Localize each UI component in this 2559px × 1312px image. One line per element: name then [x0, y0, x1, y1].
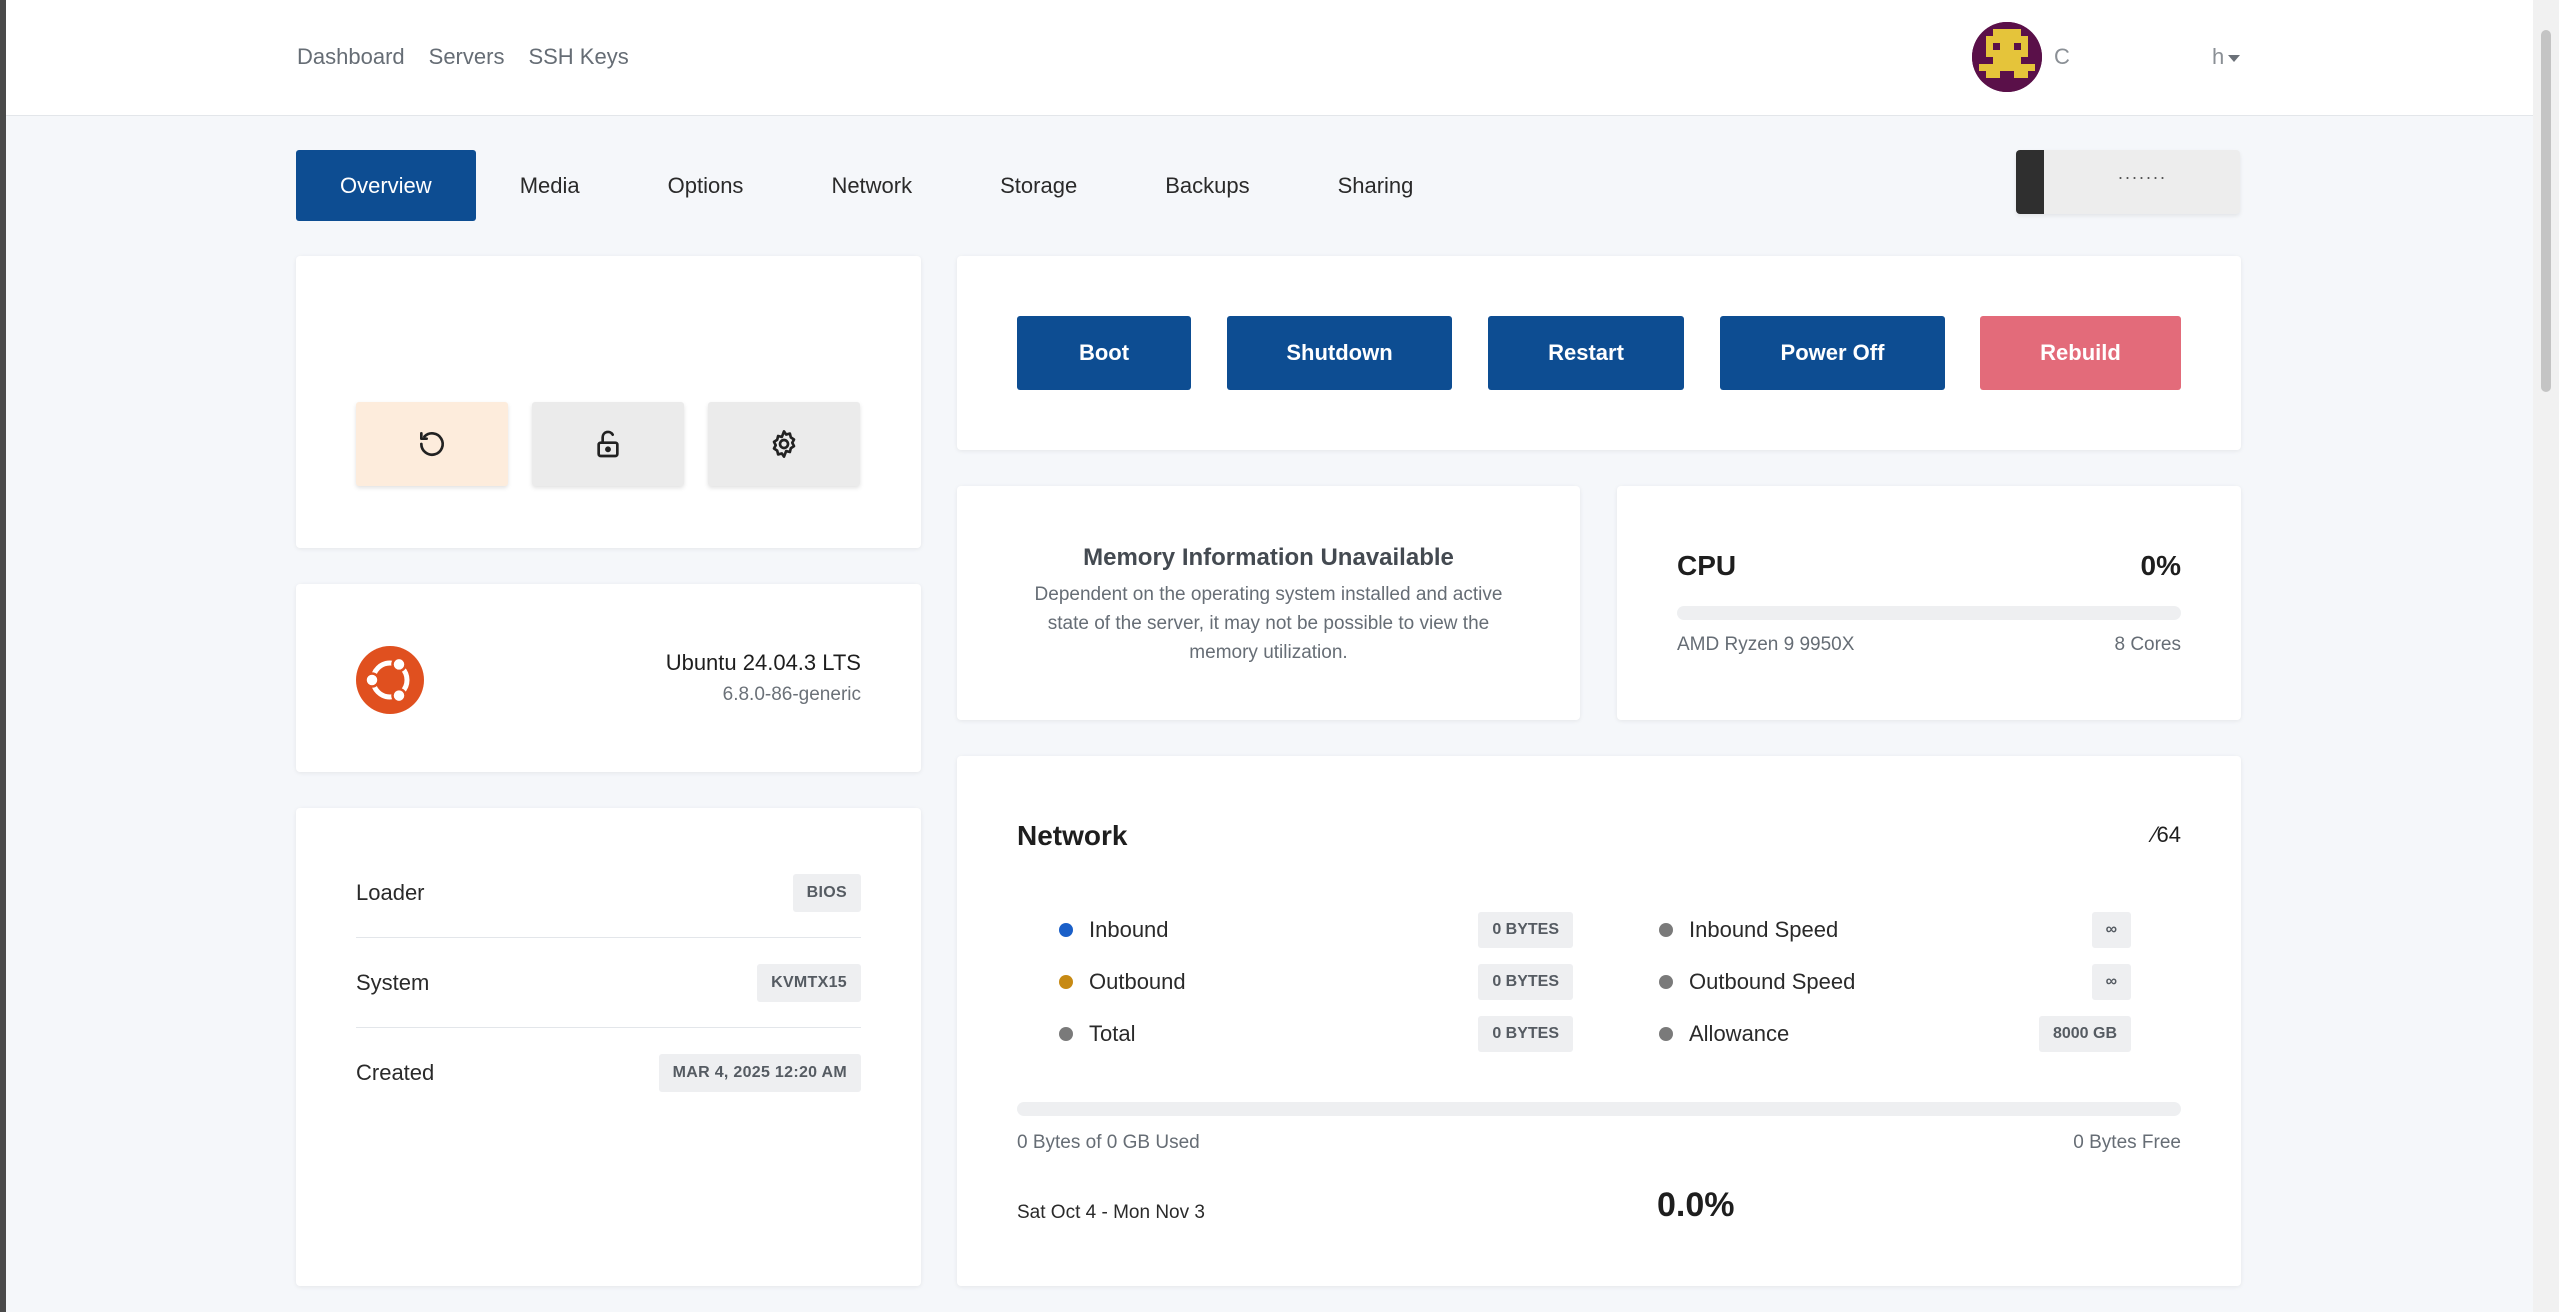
rebuild-button[interactable]: Rebuild — [1980, 316, 2181, 390]
total-dot-icon — [1059, 1027, 1073, 1041]
power-off-button[interactable]: Power Off — [1720, 316, 1945, 390]
network-card: Network ⁄64 Inbound 0 BYTES Outbound 0 B… — [957, 756, 2241, 1286]
network-usage-bar — [1017, 1102, 2181, 1116]
scrollbar-thumb[interactable] — [2541, 30, 2551, 392]
inbound-speed-dot-icon — [1659, 923, 1673, 937]
network-period-percent: 0.0% — [1657, 1186, 1735, 1224]
tab-overview[interactable]: Overview — [296, 150, 476, 221]
power-controls-card: Boot Shutdown Restart Power Off Rebuild — [957, 256, 2241, 450]
unlock-button[interactable] — [532, 402, 684, 486]
network-stat-value: 0 BYTES — [1478, 1016, 1573, 1052]
cpu-card: CPU 0% AMD Ryzen 9 9950X 8 Cores — [1617, 486, 2241, 720]
network-used-text: 0 Bytes of 0 GB Used — [1017, 1132, 1200, 1153]
network-stat-label: Total — [1089, 1021, 1136, 1046]
info-row-system: System KVMTX15 — [356, 938, 861, 1028]
os-kernel-version: 6.8.0-86-generic — [722, 684, 861, 705]
gear-icon — [772, 430, 796, 458]
network-stat-allowance: Allowance 8000 GB — [1659, 1014, 2131, 1054]
network-stat-label: Outbound Speed — [1689, 969, 1856, 994]
cpu-usage-bar — [1677, 606, 2181, 620]
user-menu-toggle[interactable]: h — [2212, 44, 2241, 70]
network-stat-label: Inbound Speed — [1689, 917, 1839, 942]
server-selector[interactable]: ······· — [2016, 150, 2240, 214]
info-value-badge: MAR 4, 2025 12:20 AM — [658, 1054, 861, 1092]
tab-sharing[interactable]: Sharing — [1294, 150, 1458, 221]
caret-down-icon — [2228, 54, 2241, 62]
shutdown-button[interactable]: Shutdown — [1227, 316, 1452, 390]
network-stat-label: Outbound — [1089, 969, 1186, 994]
cpu-model: AMD Ryzen 9 9950X — [1677, 634, 1855, 655]
network-title: Network — [1017, 820, 1128, 851]
network-stat-inbound-speed: Inbound Speed ∞ — [1659, 910, 2131, 950]
os-card: Ubuntu 24.04.3 LTS 6.8.0-86-generic — [296, 584, 921, 772]
pixel-avatar-icon — [1972, 22, 2042, 92]
server-selector-value: ······· — [2117, 166, 2167, 187]
main-nav: Dashboard Servers SSH Keys — [297, 44, 629, 70]
network-stat-value: ∞ — [2091, 964, 2131, 1000]
cpu-cores: 8 Cores — [2114, 634, 2181, 655]
network-stat-value: 0 BYTES — [1478, 964, 1573, 1000]
info-value-badge: BIOS — [792, 873, 861, 912]
outbound-speed-dot-icon — [1659, 975, 1673, 989]
restart-button[interactable]: Restart — [1488, 316, 1684, 390]
os-name: Ubuntu 24.04.3 LTS — [665, 650, 861, 675]
settings-button[interactable] — [708, 402, 860, 486]
tab-network[interactable]: Network — [787, 150, 956, 221]
network-stat-value: 8000 GB — [2038, 1016, 2131, 1052]
user-menu-label: h — [2212, 44, 2225, 69]
avatar[interactable] — [1972, 22, 2042, 92]
network-free-text: 0 Bytes Free — [2073, 1132, 2181, 1153]
network-stat-outbound-speed: Outbound Speed ∞ — [1659, 962, 2131, 1002]
network-corner-text: ⁄64 — [2152, 822, 2181, 847]
refresh-icon — [420, 432, 444, 456]
quick-actions-card — [296, 256, 921, 548]
outbound-dot-icon — [1059, 975, 1073, 989]
info-label: Loader — [356, 879, 425, 905]
window-left-border — [0, 0, 6, 1312]
network-stat-total: Total 0 BYTES — [1059, 1014, 1573, 1054]
network-stat-inbound: Inbound 0 BYTES — [1059, 910, 1573, 950]
server-selector-edge — [2016, 150, 2044, 214]
network-stat-label: Allowance — [1689, 1021, 1790, 1046]
page-scrollbar[interactable] — [2533, 0, 2559, 1312]
top-navbar: Dashboard Servers SSH Keys C h — [6, 0, 2533, 116]
info-label: System — [356, 969, 430, 995]
network-stat-outbound: Outbound 0 BYTES — [1059, 962, 1573, 1002]
tab-backups[interactable]: Backups — [1121, 150, 1293, 221]
tab-options[interactable]: Options — [624, 150, 788, 221]
boot-button[interactable]: Boot — [1017, 316, 1191, 390]
allowance-dot-icon — [1659, 1027, 1673, 1041]
info-label: Created — [356, 1060, 435, 1085]
inbound-dot-icon — [1059, 923, 1073, 937]
network-stat-value: 0 BYTES — [1478, 912, 1573, 948]
tab-storage[interactable]: Storage — [956, 150, 1121, 221]
info-row-created: Created MAR 4, 2025 12:20 AM — [356, 1028, 861, 1118]
network-stat-value: ∞ — [2091, 912, 2131, 948]
cpu-percent: 0% — [2140, 550, 2181, 581]
server-tabs: Overview Media Options Network Storage B… — [296, 150, 1457, 221]
user-name: C — [2054, 44, 2070, 69]
network-stat-label: Inbound — [1089, 917, 1169, 942]
server-info-card: Loader BIOS System KVMTX15 Created MAR 4… — [296, 808, 921, 1286]
info-value-badge: KVMTX15 — [757, 963, 861, 1002]
nav-dashboard-link[interactable]: Dashboard — [297, 44, 405, 70]
memory-description: Dependent on the operating system instal… — [1034, 584, 1503, 663]
unlock-icon — [597, 430, 619, 458]
memory-card: Memory Information Unavailable Dependent… — [957, 486, 1580, 720]
info-row-loader: Loader BIOS — [356, 848, 861, 938]
refresh-button[interactable] — [356, 402, 508, 486]
network-billing-period: Sat Oct 4 - Mon Nov 3 — [1017, 1202, 1205, 1223]
ubuntu-logo-icon — [356, 646, 424, 714]
nav-servers-link[interactable]: Servers — [429, 44, 505, 70]
tab-media[interactable]: Media — [476, 150, 624, 221]
memory-title: Memory Information Unavailable — [1083, 544, 1454, 571]
cpu-title: CPU — [1677, 550, 1737, 581]
nav-ssh-keys-link[interactable]: SSH Keys — [528, 44, 628, 70]
